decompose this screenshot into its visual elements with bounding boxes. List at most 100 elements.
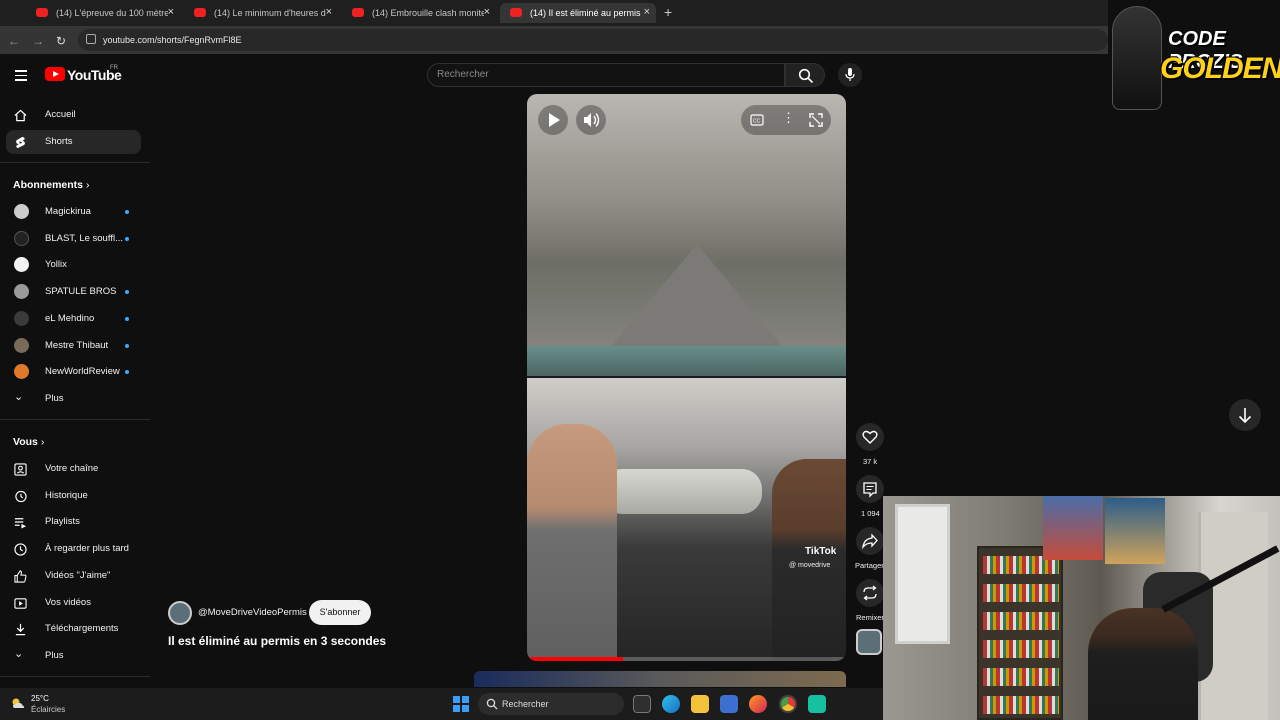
taskbar-search[interactable] (478, 693, 624, 715)
short-title[interactable]: Il est éliminé au permis en 3 secondes (168, 634, 386, 648)
close-icon[interactable]: × (168, 6, 174, 18)
sidebar-item-more[interactable]: ⌄ Plus (6, 644, 141, 668)
sidebar-item-shorts[interactable]: Shorts (6, 130, 141, 154)
url-text: youtube.com/shorts/FegnRvmFl8E (103, 35, 242, 45)
tab-title: (14) Embrouille clash moniteur (372, 8, 484, 18)
sidebar-item-playlists[interactable]: Playlists (6, 510, 141, 534)
svg-text:CC: CC (753, 119, 761, 125)
sidebar-item-downloads[interactable]: Téléchargements (6, 617, 141, 641)
voice-search-button[interactable] (838, 63, 862, 87)
sidebar-item-label: Plus (45, 650, 64, 661)
sidebar-item-history[interactable]: Historique (6, 484, 141, 508)
sidebar-item-subscription[interactable]: eL Mehdino (6, 307, 141, 331)
sidebar-item-subscription[interactable]: BLAST, Le souffl... (6, 227, 141, 251)
edge-browser-icon[interactable] (662, 695, 680, 713)
sound-thumbnail[interactable] (856, 629, 882, 655)
search-button[interactable] (785, 63, 825, 87)
firefox-icon[interactable] (749, 695, 767, 713)
browser-tab[interactable]: (14) Embrouille clash moniteur × (342, 3, 496, 23)
short-video-player[interactable]: CC ⋮ TikTok @ movedrive (527, 94, 846, 661)
youtube-favicon-icon (510, 8, 522, 17)
gaming-app-icon[interactable] (808, 695, 826, 713)
windows-start-icon[interactable] (453, 696, 469, 712)
video-scene-road (527, 94, 846, 376)
subscriptions-header[interactable]: Abonnements › (13, 179, 89, 191)
sidebar-item-label: BLAST, Le souffl... (45, 233, 123, 244)
browser-tab-active[interactable]: (14) Il est éliminé au permis en × (500, 3, 656, 23)
video-progress-bar[interactable] (527, 657, 846, 661)
new-content-dot (125, 237, 129, 241)
tiktok-watermark: TikTok (805, 546, 837, 557)
site-info-icon[interactable] (86, 34, 96, 44)
close-icon[interactable]: × (326, 6, 332, 18)
task-view-icon[interactable] (633, 695, 651, 713)
overlay-logo-line2: GOLDENG (1160, 52, 1280, 85)
file-explorer-icon[interactable] (691, 695, 709, 713)
sidebar-item-watch-later[interactable]: À regarder plus tard (6, 537, 141, 561)
sidebar-item-subscription[interactable]: NewWorldReview (6, 360, 141, 384)
captions-icon[interactable]: CC (750, 113, 764, 127)
new-content-dot (125, 290, 129, 294)
sidebar-item-liked-videos[interactable]: Vidéos "J'aime" (6, 564, 141, 588)
close-icon[interactable]: × (644, 6, 650, 18)
comment-button[interactable] (856, 475, 884, 503)
weather-condition[interactable]: Éclaircies (31, 705, 65, 714)
close-icon[interactable]: × (484, 6, 490, 18)
like-button[interactable] (856, 423, 884, 451)
subscriptions-header-label: Abonnements (13, 179, 84, 191)
sidebar-item-more[interactable]: ⌄ Plus (6, 387, 141, 411)
sidebar-item-home[interactable]: Accueil (6, 103, 141, 127)
search-placeholder: Rechercher (437, 69, 489, 80)
sidebar-item-your-videos[interactable]: Vos vidéos (6, 591, 141, 615)
sidebar-item-subscription[interactable]: Magickirua (6, 200, 141, 224)
next-short-preview[interactable] (474, 671, 846, 687)
reload-icon[interactable]: ↻ (56, 34, 66, 48)
youtube-favicon-icon (194, 8, 206, 17)
webcam-poster (1105, 498, 1165, 564)
sidebar-item-label: NewWorldReview (45, 366, 120, 377)
sidebar-item-your-channel[interactable]: Votre chaîne (6, 457, 141, 481)
forward-arrow-icon[interactable]: → (32, 34, 44, 48)
more-options-icon[interactable]: ⋮ (782, 110, 795, 126)
menu-icon[interactable] (15, 70, 27, 84)
fullscreen-icon[interactable] (809, 113, 823, 127)
shelf-row (983, 640, 1059, 658)
watch-later-icon (14, 543, 27, 556)
share-icon (862, 533, 878, 550)
new-content-dot (125, 317, 129, 321)
volume-icon (584, 113, 600, 127)
you-header[interactable]: Vous › (13, 436, 44, 448)
new-content-dot (125, 344, 129, 348)
sidebar-item-subscription[interactable]: Mestre Thibaut (6, 334, 141, 358)
sidebar-divider (0, 419, 150, 420)
share-button[interactable] (856, 527, 884, 555)
browser-tab[interactable]: (14) L'épreuve du 100 mètres | × (26, 3, 180, 23)
play-button[interactable] (538, 105, 568, 135)
microsoft-store-icon[interactable] (720, 695, 738, 713)
student-figure (772, 459, 846, 661)
back-arrow-icon[interactable]: ← (8, 34, 20, 48)
volume-button[interactable] (576, 105, 606, 135)
new-tab-button[interactable]: + (664, 4, 672, 20)
sidebar-item-subscription[interactable]: SPATULE BROS (6, 280, 141, 304)
remix-icon (863, 585, 877, 601)
channel-avatar[interactable] (168, 601, 192, 625)
remix-button[interactable] (856, 579, 884, 607)
microphone-icon (845, 68, 855, 81)
next-short-button[interactable] (1229, 399, 1261, 431)
subscribe-button[interactable]: S'abonner (309, 600, 371, 625)
weather-temperature[interactable]: 25°C (31, 694, 49, 703)
your-videos-icon (14, 598, 27, 609)
sidebar-item-subscription[interactable]: Yollix (6, 253, 141, 277)
youtube-logo-icon[interactable] (45, 67, 65, 81)
channel-name[interactable]: @MoveDriveVideoPermis (198, 607, 307, 618)
sidebar-item-label: eL Mehdino (45, 313, 95, 324)
browser-tab[interactable]: (14) Le minimum d'heures de c × (184, 3, 338, 23)
sidebar-item-label: Vidéos "J'aime" (45, 570, 111, 581)
shelf-row (983, 612, 1059, 630)
sidebar-item-label: Yollix (45, 259, 67, 270)
sidebar-item-label: Mestre Thibaut (45, 340, 109, 351)
playlists-icon (14, 518, 27, 529)
player-controls-group: CC ⋮ (741, 105, 831, 135)
chrome-icon[interactable] (779, 695, 797, 713)
